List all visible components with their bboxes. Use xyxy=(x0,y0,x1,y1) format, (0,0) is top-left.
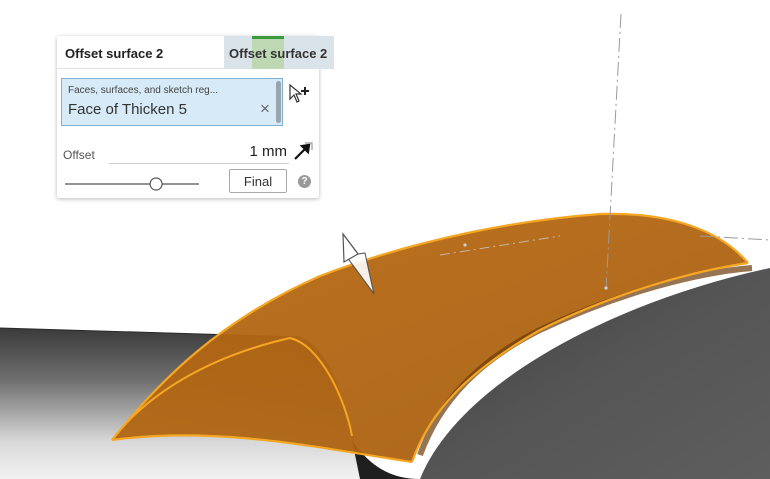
final-button[interactable]: Final xyxy=(229,169,287,193)
selection-placeholder: Faces, surfaces, and sketch reg... xyxy=(68,85,219,96)
close-icon[interactable]: × xyxy=(260,99,270,119)
selection-scrollbar[interactable] xyxy=(276,81,281,123)
selected-face-item[interactable]: Face of Thicken 5 xyxy=(68,101,187,118)
tab-offset-surface[interactable]: Offset surface 2 xyxy=(224,36,334,69)
offset-label: Offset xyxy=(63,148,95,162)
cursor-plus-icon[interactable] xyxy=(287,82,313,106)
offset-input-underline xyxy=(109,163,289,164)
slider-thumb[interactable] xyxy=(149,177,163,191)
tab-label: Offset surface 2 xyxy=(229,46,328,61)
faces-selection-field[interactable]: Faces, surfaces, and sketch reg... Face … xyxy=(61,78,283,126)
dialog-title: Offset surface 2 xyxy=(65,46,164,61)
help-icon[interactable]: ? xyxy=(298,175,311,188)
flip-direction-arrow-icon[interactable] xyxy=(291,140,315,162)
offset-value-input[interactable]: 1 mm xyxy=(235,143,288,160)
offset-slider[interactable] xyxy=(63,176,203,192)
